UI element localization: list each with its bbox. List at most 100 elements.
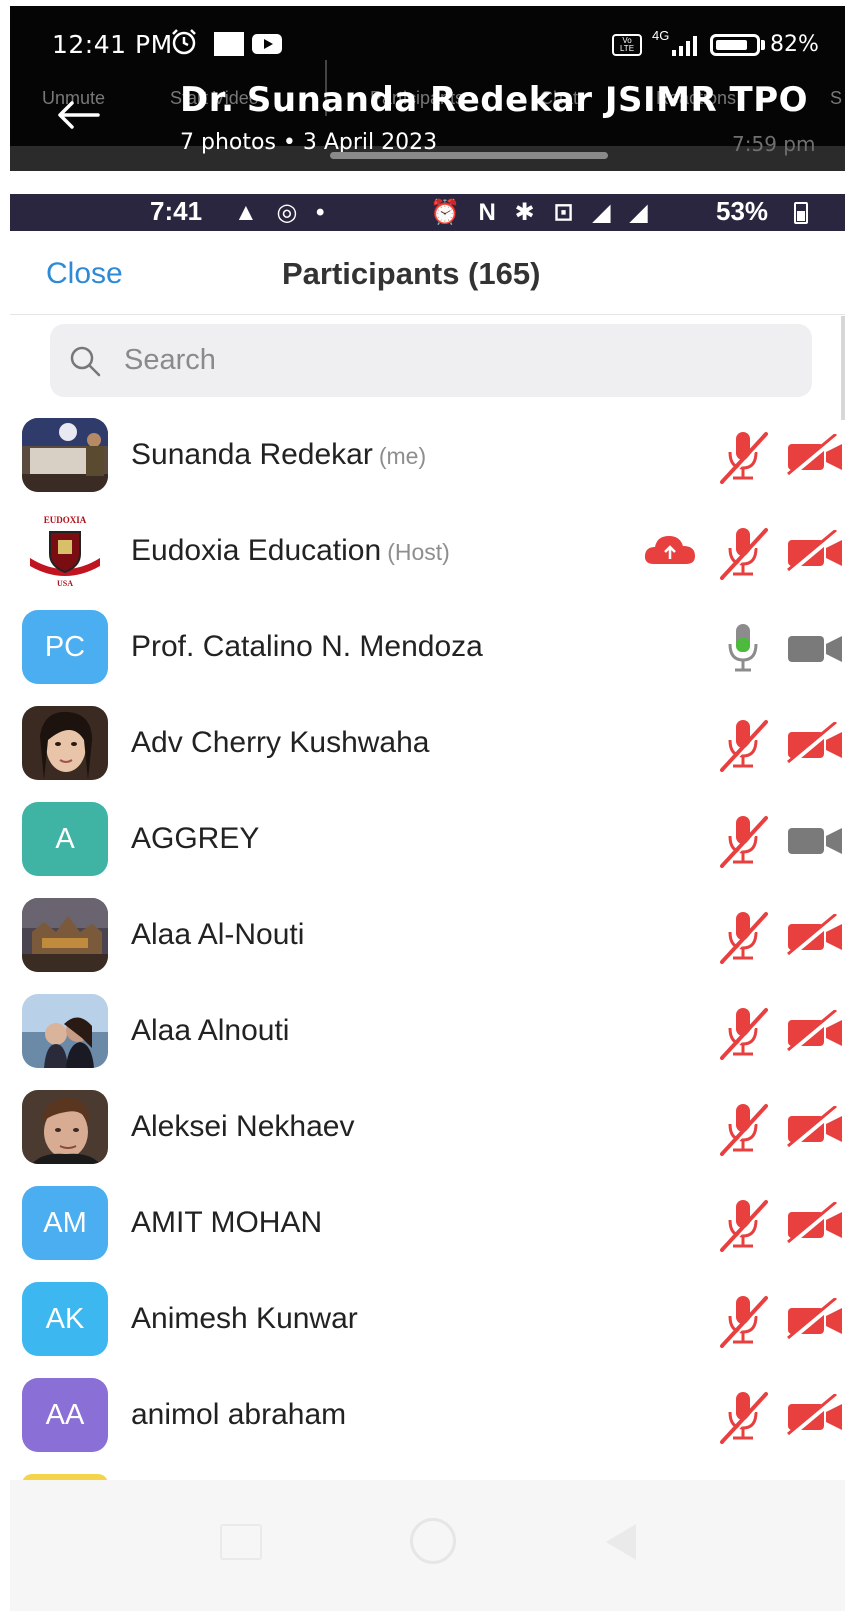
outer-clock: 12:41 PM xyxy=(52,30,173,59)
search-box[interactable] xyxy=(50,324,812,397)
avatar-initials: AM xyxy=(22,1186,108,1260)
video-camera-icon[interactable] xyxy=(786,818,844,862)
participant-name-text: Animesh Kunwar xyxy=(131,1302,358,1335)
participant-row[interactable]: Alaa Alnouti xyxy=(10,984,845,1080)
participant-row[interactable]: AM AMIT MOHAN xyxy=(10,1176,845,1272)
battery-tip xyxy=(761,40,765,50)
back-triangle-icon[interactable] xyxy=(606,1524,636,1560)
signal-icon xyxy=(672,36,697,56)
home-icon[interactable] xyxy=(410,1518,456,1564)
participants-header: Close Participants (165) xyxy=(10,231,845,315)
participant-name-text: Eudoxia Education xyxy=(131,534,382,567)
participant-name-text: Prof. Catalino N. Mendoza xyxy=(131,630,483,663)
eudoxia-crest-logo: EUDOXIA USA xyxy=(22,514,108,588)
avatar-initials: PC xyxy=(22,610,108,684)
couple-sea-photo xyxy=(22,994,108,1068)
participant-name-text: Alaa Alnouti xyxy=(131,1014,290,1047)
participants-title: Participants (165) xyxy=(282,256,541,291)
woman-portrait-photo xyxy=(22,706,108,780)
back-arrow-icon[interactable] xyxy=(56,100,100,130)
microphone-muted-icon[interactable] xyxy=(716,812,770,868)
video-camera-off-icon[interactable] xyxy=(786,720,844,766)
participant-row[interactable]: EUDOXIA USA Eudoxia Education (Host) xyxy=(10,504,845,600)
youtube-icon xyxy=(252,34,282,54)
microphone-muted-icon[interactable] xyxy=(716,1004,770,1060)
video-camera-off-icon[interactable] xyxy=(786,1200,844,1246)
participant-name: Adv Cherry Kushwaha xyxy=(131,726,429,760)
search-icon xyxy=(70,346,101,377)
outer-status-bar: 12:41 PM Vo LTE 4G 82% xyxy=(10,6,845,64)
participant-name: Alaa Alnouti xyxy=(131,1014,289,1048)
participant-row[interactable]: Aleksei Nekhaev xyxy=(10,1080,845,1176)
video-camera-off-icon[interactable] xyxy=(786,1296,844,1342)
participant-name-text: animol abraham xyxy=(131,1398,347,1431)
microphone-muted-icon[interactable] xyxy=(716,1292,770,1348)
close-button[interactable]: Close xyxy=(46,257,123,291)
participant-name-text: Alaa Al-Nouti xyxy=(131,918,305,951)
gallery-title: Dr. Sunanda Redekar JSIMR TPO xyxy=(180,80,809,120)
avatar-initials: AK xyxy=(22,1282,108,1356)
battery-icon xyxy=(710,34,760,56)
drag-handle xyxy=(330,152,608,159)
inner-battery-percentage: 53% xyxy=(716,196,769,226)
android-navigation-bar xyxy=(10,1480,845,1611)
video-camera-off-icon[interactable] xyxy=(786,528,844,574)
participant-row[interactable]: AK Animesh Kunwar xyxy=(10,1272,845,1368)
participant-name-text: AGGREY xyxy=(131,822,260,855)
participant-role: (me) xyxy=(378,443,427,469)
participant-name-text: Aleksei Nekhaev xyxy=(131,1110,355,1143)
building-night-photo xyxy=(22,898,108,972)
participant-row[interactable]: Sunanda Redekar (me) xyxy=(10,408,845,504)
participant-name: Animesh Kunwar xyxy=(131,1302,358,1336)
participant-name: AGGREY xyxy=(131,822,259,856)
participant-row[interactable]: Alaa Al-Nouti xyxy=(10,888,845,984)
inner-clock: 7:41 xyxy=(150,196,203,226)
alarm-icon xyxy=(172,29,196,55)
microphone-muted-icon[interactable] xyxy=(716,716,770,772)
inner-left-status-icons: ▲ ◎ • xyxy=(234,199,331,226)
cloud-recording-icon xyxy=(642,530,698,570)
microphone-muted-icon[interactable] xyxy=(716,1196,770,1252)
inner-right-status-icons: ⏰ N ✱ ⊡ ◢ ◢ xyxy=(430,199,654,226)
microphone-icon[interactable] xyxy=(716,620,770,676)
participant-row[interactable]: A AGGREY xyxy=(10,792,845,888)
participant-row[interactable]: Adv Cherry Kushwaha xyxy=(10,696,845,792)
avatar-initials: A xyxy=(22,802,108,876)
ghost-more-label: S xyxy=(830,88,843,108)
participant-row[interactable]: PC Prof. Catalino N. Mendoza xyxy=(10,600,845,696)
participant-name: Alaa Al-Nouti xyxy=(131,918,304,952)
microphone-muted-icon[interactable] xyxy=(716,1100,770,1156)
microphone-muted-icon[interactable] xyxy=(716,1388,770,1444)
video-camera-icon[interactable] xyxy=(786,626,844,670)
network-type: 4G xyxy=(652,28,670,43)
participant-name: animol abraham xyxy=(131,1398,346,1432)
battery-percentage: 82% xyxy=(770,32,819,57)
video-camera-off-icon[interactable] xyxy=(786,1392,844,1438)
video-camera-off-icon[interactable] xyxy=(786,1008,844,1054)
video-camera-off-icon[interactable] xyxy=(786,432,844,478)
gallery-timestamp: 7:59 pm xyxy=(732,132,816,156)
participant-row[interactable]: AA animol abraham xyxy=(10,1368,845,1464)
microphone-muted-icon[interactable] xyxy=(716,428,770,484)
recent-apps-icon[interactable] xyxy=(220,1524,262,1560)
participant-name: Prof. Catalino N. Mendoza xyxy=(131,630,483,664)
participant-name-text: AMIT MOHAN xyxy=(131,1206,323,1239)
microphone-muted-icon[interactable] xyxy=(716,524,770,580)
avatar-initials: AA xyxy=(22,1378,108,1452)
search-input[interactable] xyxy=(124,338,784,382)
participant-name: AMIT MOHAN xyxy=(131,1206,322,1240)
inner-battery-icon xyxy=(794,202,808,224)
inner-status-bar: 7:41 ▲ ◎ • ⏰ N ✱ ⊡ ◢ ◢ 53% xyxy=(10,194,845,231)
scrollbar[interactable] xyxy=(841,316,845,420)
participant-name: Aleksei Nekhaev xyxy=(131,1110,354,1144)
volte-icon: Vo LTE xyxy=(612,34,642,56)
participant-name: Sunanda Redekar (me) xyxy=(131,438,426,472)
video-camera-off-icon[interactable] xyxy=(786,912,844,958)
notification-square-icon xyxy=(214,32,244,56)
svg-text:EUDOXIA: EUDOXIA xyxy=(44,515,87,525)
video-camera-off-icon[interactable] xyxy=(786,1104,844,1150)
gallery-header: 12:41 PM Vo LTE 4G 82% Unmute Start Video… xyxy=(10,6,845,171)
microphone-muted-icon[interactable] xyxy=(716,908,770,964)
svg-text:USA: USA xyxy=(57,579,73,588)
man-portrait-photo xyxy=(22,1090,108,1164)
